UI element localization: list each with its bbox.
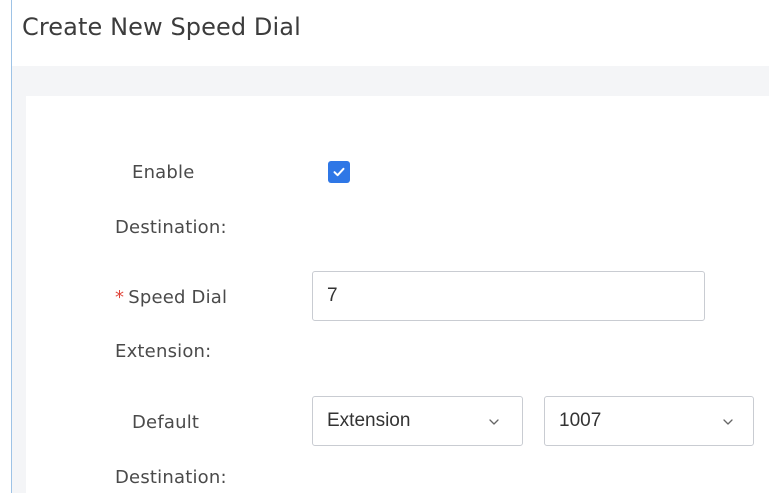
destination-target-value: 1007 xyxy=(559,410,602,431)
dialog-header: Create New Speed Dial xyxy=(12,0,769,66)
destination-target-select[interactable]: 1007 xyxy=(544,396,754,446)
destination-type-select[interactable]: Extension xyxy=(312,396,523,446)
required-asterisk: * xyxy=(115,287,125,308)
enable-destination-checkbox[interactable] xyxy=(328,161,350,183)
speed-dial-extension-label-line2: Extension: xyxy=(115,341,212,362)
speed-dial-label-text: Speed Dial xyxy=(128,287,228,308)
speed-dial-dialog: Create New Speed Dial Enable Destination… xyxy=(0,0,769,493)
speed-dial-extension-input[interactable] xyxy=(312,271,705,321)
form-panel: Enable Destination: * Speed Dial Extensio… xyxy=(26,96,769,493)
default-destination-label-line2: Destination: xyxy=(115,467,227,488)
check-icon xyxy=(333,167,345,177)
dialog-title: Create New Speed Dial xyxy=(22,13,301,41)
enable-destination-label: Enable xyxy=(132,162,195,183)
default-destination-label: Default xyxy=(132,412,200,433)
chevron-down-icon xyxy=(489,419,499,425)
dialog-body: Enable Destination: * Speed Dial Extensio… xyxy=(12,66,769,493)
speed-dial-extension-label: * Speed Dial xyxy=(115,287,227,308)
enable-destination-label-line2: Destination: xyxy=(115,217,227,238)
chevron-down-icon xyxy=(723,419,733,425)
destination-type-value: Extension xyxy=(327,410,411,431)
